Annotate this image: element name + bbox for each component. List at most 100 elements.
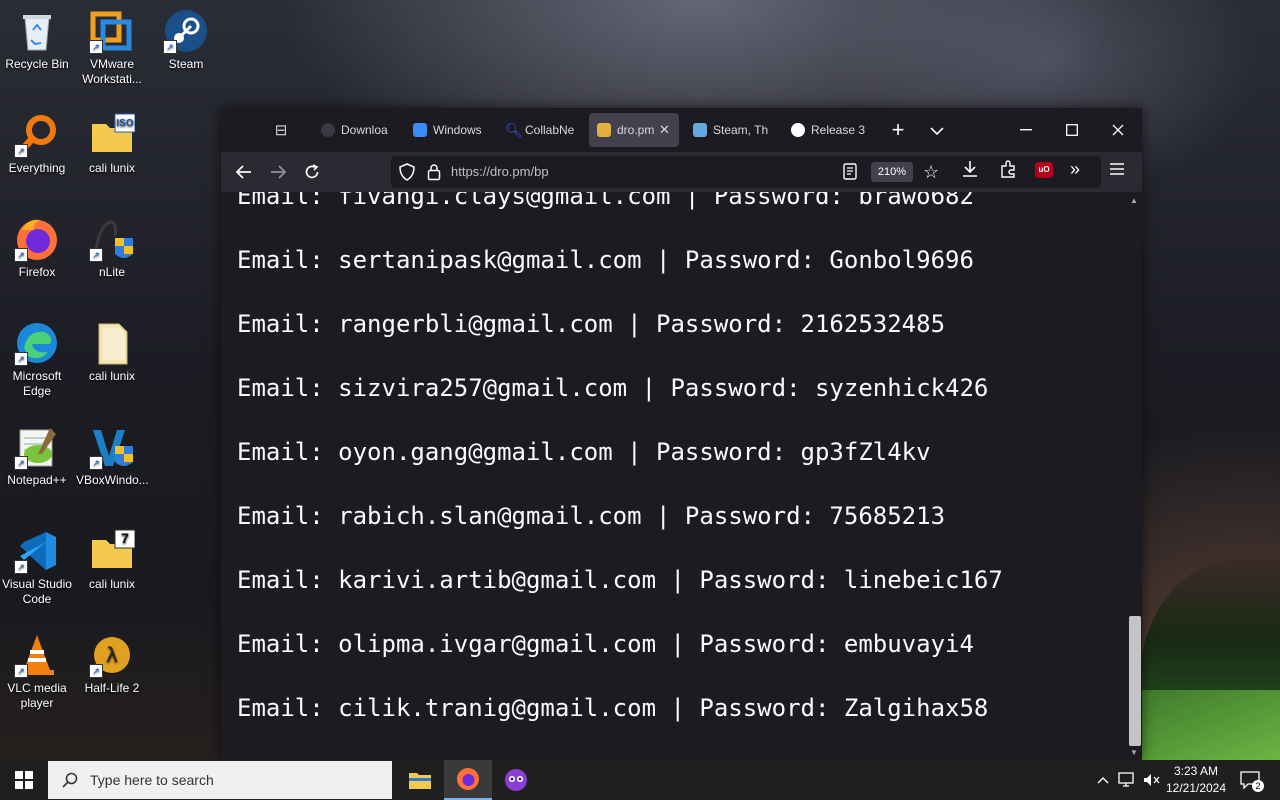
- search-favicon-icon: 🔍︎: [505, 122, 523, 138]
- wallpaper-grass: [1140, 690, 1280, 760]
- reader-view-icon[interactable]: [843, 163, 857, 185]
- edge-icon: ↗: [14, 320, 60, 366]
- address-bar[interactable]: https://dro.pm/bp 210% ☆: [391, 156, 1101, 188]
- vbox-icon: ↗: [89, 424, 135, 470]
- show-hidden-icons-button[interactable]: [1094, 760, 1112, 800]
- tab-dro-pm[interactable]: dro.pm ✕: [589, 113, 679, 147]
- desktop-icon-label: Microsoft Edge: [12, 369, 62, 398]
- taskbar-search-box[interactable]: Type here to search: [48, 761, 392, 799]
- vlc-cone-icon: ↗: [14, 632, 60, 678]
- back-button[interactable]: [227, 156, 261, 188]
- hamburger-menu-icon: [1110, 163, 1124, 175]
- network-icon[interactable]: [1116, 760, 1138, 800]
- scroll-down-arrow-icon[interactable]: ▼: [1130, 748, 1138, 757]
- back-arrow-icon: [236, 165, 251, 179]
- desktop-icon-label: Half-Life 2: [84, 681, 140, 695]
- shortcut-arrow-icon: ↗: [89, 664, 103, 678]
- downloads-button[interactable]: [961, 160, 979, 183]
- desktop-icon-label: cali lunix: [88, 161, 136, 175]
- credential-line: Email: karivi.artib@gmail.com | Password…: [237, 566, 1003, 594]
- desktop-icon-cali-lunix-iso[interactable]: ISO cali lunix: [76, 112, 148, 176]
- volume-muted-icon[interactable]: [1140, 760, 1162, 800]
- clock[interactable]: 3:23 AM 12/21/2024: [1164, 763, 1228, 797]
- lock-icon[interactable]: [427, 163, 441, 186]
- desktop-icon-vscode[interactable]: ↗ Visual Studio Code: [1, 528, 73, 607]
- new-tab-button[interactable]: +: [879, 117, 917, 143]
- seven-zip-badge: 7: [121, 530, 129, 546]
- taskbar-firefox[interactable]: [444, 760, 492, 800]
- desktop-icon-firefox[interactable]: ↗ Firefox: [1, 216, 73, 280]
- shortcut-arrow-icon: ↗: [163, 40, 177, 54]
- clock-time: 3:23 AM: [1173, 764, 1219, 778]
- windows-favicon-icon: [413, 123, 427, 137]
- shortcut-arrow-icon: ↗: [14, 560, 28, 574]
- list-all-tabs-button[interactable]: [917, 120, 957, 141]
- maximize-icon: [1066, 124, 1078, 136]
- url-text[interactable]: https://dro.pm/bp: [451, 164, 549, 179]
- taskbar-file-explorer[interactable]: [396, 760, 444, 800]
- desktop-icon-notepadpp[interactable]: ↗ Notepad++: [1, 424, 73, 488]
- credential-line: Email: rangerbli@gmail.com | Password: 2…: [237, 310, 946, 338]
- shortcut-arrow-icon: ↗: [14, 664, 28, 678]
- firefox-icon: ↗: [14, 216, 60, 262]
- half-life-icon: λ ↗: [89, 632, 135, 678]
- credential-line: Email: fivangi.clays@gmail.com | Passwor…: [237, 192, 974, 210]
- extensions-button[interactable]: [999, 160, 1017, 183]
- scroll-up-arrow-icon[interactable]: ▲: [1130, 196, 1138, 205]
- desktop-icon-label: cali lunix: [88, 577, 136, 591]
- maximize-button[interactable]: [1049, 108, 1095, 152]
- tab-downloads[interactable]: Downloa: [313, 113, 405, 147]
- reload-button[interactable]: [295, 156, 329, 188]
- desktop-icon-cali-lunix-file[interactable]: cali lunix: [76, 320, 148, 384]
- desktop-icon-vmware[interactable]: ↗ VMware Workstati...: [76, 8, 148, 87]
- desktop-icon-cali-lunix-7z[interactable]: 7 cali lunix: [76, 528, 148, 592]
- desktop-icon-vlc[interactable]: ↗ VLC media player: [1, 632, 73, 711]
- chevron-down-icon: [930, 126, 944, 135]
- desktop-icon-recycle-bin[interactable]: Recycle Bin: [1, 8, 73, 72]
- forward-button[interactable]: [261, 156, 295, 188]
- desktop-icon-edge[interactable]: ↗ Microsoft Edge: [1, 320, 73, 399]
- start-button[interactable]: [0, 760, 48, 800]
- minimize-button[interactable]: [1003, 108, 1049, 152]
- desktop-icon-half-life-2[interactable]: λ ↗ Half-Life 2: [76, 632, 148, 696]
- desktop-icon-nlite[interactable]: ↗ nLite: [76, 216, 148, 280]
- credential-line: Email: rabich.slan@gmail.com | Password:…: [237, 502, 946, 530]
- desktop-icon-steam[interactable]: ↗ Steam: [150, 8, 222, 72]
- desktop-icon-everything[interactable]: ↗ Everything: [1, 112, 73, 176]
- tab-steam[interactable]: Steam, Th: [685, 113, 783, 147]
- dro-favicon-icon: [597, 123, 611, 137]
- ublock-origin-button[interactable]: uO: [1035, 162, 1053, 178]
- taskbar-app-purple[interactable]: [492, 760, 540, 800]
- file-icon: [89, 320, 135, 366]
- tab-label: Release 3: [811, 123, 866, 137]
- desktop-icon-label: nLite: [98, 265, 126, 279]
- svg-text:λ: λ: [106, 643, 118, 667]
- desktop-icon-vboxwindows[interactable]: ↗ VBoxWindo...: [76, 424, 149, 488]
- close-tab-icon[interactable]: ✕: [659, 122, 670, 138]
- steam-favicon-icon: [693, 123, 707, 137]
- more-tools-chevron-icon[interactable]: »: [1070, 160, 1080, 178]
- minimize-icon: [1020, 129, 1032, 131]
- scrollbar-thumb[interactable]: [1129, 616, 1141, 746]
- firefox-view-icon[interactable]: ⊟: [261, 121, 301, 139]
- tab-favicon-icon: [321, 123, 335, 137]
- tracking-protection-shield-icon[interactable]: [399, 163, 415, 186]
- bookmark-star-icon[interactable]: ☆: [923, 162, 939, 182]
- tab-label: Steam, Th: [713, 123, 769, 137]
- iso-badge: ISO: [116, 118, 134, 129]
- tab-release[interactable]: Release 3: [783, 113, 879, 147]
- tab-label: CollabNe: [525, 123, 575, 137]
- desktop-icon-label: VBoxWindo...: [76, 473, 149, 487]
- tab-collabnet[interactable]: 🔍︎ CollabNe: [497, 113, 589, 147]
- credential-line: Email: sizvira257@gmail.com | Password: …: [237, 374, 989, 402]
- vertical-scrollbar[interactable]: ▲ ▼: [1126, 192, 1142, 760]
- tab-windows[interactable]: Windows: [405, 113, 497, 147]
- shortcut-arrow-icon: ↗: [14, 456, 28, 470]
- shortcut-arrow-icon: ↗: [14, 352, 28, 366]
- zoom-level-button[interactable]: 210%: [871, 162, 913, 182]
- app-menu-button[interactable]: [1109, 162, 1125, 181]
- action-center-button[interactable]: 2: [1234, 760, 1266, 800]
- folder-7z-icon: 7: [89, 528, 136, 574]
- clock-date: 12/21/2024: [1165, 781, 1227, 795]
- close-window-button[interactable]: [1095, 108, 1141, 152]
